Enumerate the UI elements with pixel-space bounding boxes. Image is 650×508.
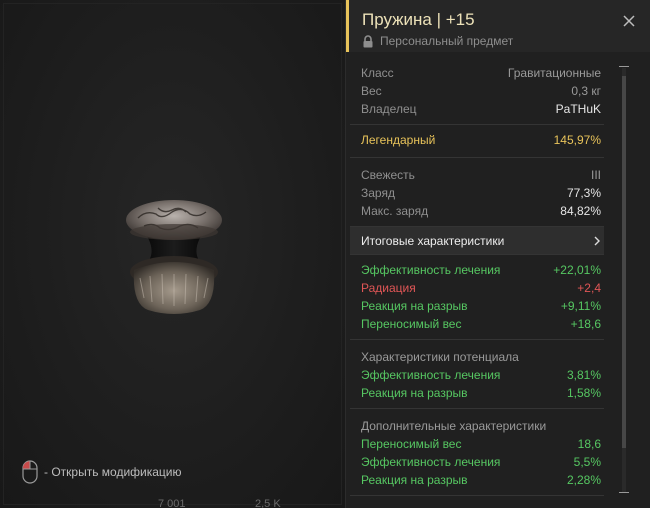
stat-label: Вес [361,84,382,98]
open-modification-hint[interactable]: - Открыть модификацию [22,460,182,484]
totals-label: Итоговые характеристики [361,233,505,248]
item-title: Пружина | +15 [362,10,475,29]
scroll-thumb[interactable] [622,76,626,448]
total-stats-section: Эффективность лечения +22,01% Радиация +… [350,255,604,340]
stat-row: Свежесть III [350,166,604,184]
stat-value: +9,11% [560,299,601,313]
stat-label: Макс. заряд [361,204,429,218]
stat-row: Владелец PaTHuK [350,100,604,118]
lock-icon [363,34,373,47]
potential-title: Характеристики потенциала [361,350,519,364]
stat-label: Реакция на разрыв [361,473,468,487]
tooltip-header: Пружина | +15 Персональный предмет [346,0,650,52]
stats-list[interactable]: Класс Гравитационные Вес 0,3 кг Владелец… [350,60,604,496]
stat-label: Реакция на разрыв [361,299,468,313]
totals-expand-button[interactable]: Итоговые характеристики [350,227,604,255]
stat-row: Макс. заряд 84,82% [350,202,604,220]
stat-row: Класс Гравитационные [350,64,604,82]
stat-label: Эффективность лечения [361,368,501,382]
stat-value: III [590,168,601,182]
stat-label: Класс [361,66,394,80]
stat-row: Реакция на разрыв +9,11% [350,297,604,315]
stat-row: Эффективность лечения 3,81% [350,366,604,384]
rarity-value: 145,97% [553,133,601,147]
stat-label: Заряд [361,186,395,200]
scroll-cap-top [619,66,629,67]
rarity-label: Легендарный [361,133,436,147]
stat-value: 3,81% [566,368,601,382]
close-icon[interactable] [622,14,636,28]
chevron-right-icon [594,236,600,245]
potential-section: Характеристики потенциала Эффективность … [350,340,604,409]
stat-value: Гравитационные [507,66,601,80]
stat-row: Реакция на разрыв 1,58% [350,384,604,402]
scroll-cap-bottom [619,492,629,493]
stat-value: 18,6 [577,437,601,451]
scrollbar[interactable] [617,62,631,498]
additional-title: Дополнительные характеристики [361,419,547,433]
stat-row: Эффективность лечения 5,5% [350,453,604,471]
stat-value: PaTHuK [555,102,601,116]
stat-value: +18,6 [570,317,601,331]
stat-value: 77,3% [566,186,601,200]
stat-row: Вес 0,3 кг [350,82,604,100]
stat-value: 1,58% [566,386,601,400]
stat-row: Переносимый вес +18,6 [350,315,604,333]
info-section: Класс Гравитационные Вес 0,3 кг Владелец… [350,60,604,125]
stat-row: Эффективность лечения +22,01% [350,261,604,279]
stat-label: Переносимый вес [361,317,462,331]
stat-label: Реакция на разрыв [361,386,468,400]
stat-row: Заряд 77,3% [350,184,604,202]
condition-section: Свежесть III Заряд 77,3% Макс. заряд 84,… [350,158,604,227]
stat-value: +22,01% [553,263,601,277]
ownership-line: Персональный предмет [362,34,513,48]
stat-value: 5,5% [573,455,601,469]
ownership-label: Персональный предмет [380,34,514,48]
rarity-row: Легендарный 145,97% [350,131,604,149]
stat-value: 0,3 кг [571,84,601,98]
open-modification-label: - Открыть модификацию [44,465,182,479]
item-viewer[interactable]: - Открыть модификацию 7 001 2,5 K [0,0,346,508]
spring-artifact-model[interactable] [118,192,230,316]
mouse-icon [22,460,38,484]
stat-row: Реакция на разрыв 2,28% [350,471,604,489]
stat-label: Переносимый вес [361,437,462,451]
stat-label: Радиация [361,281,416,295]
item-tooltip-panel: Пружина | +15 Персональный предмет Класс… [346,0,650,508]
stat-row: Радиация +2,4 [350,279,604,297]
stat-label: Владелец [361,102,417,116]
stat-value: 2,28% [566,473,601,487]
background-fragment: 7 001 [158,498,186,508]
stat-value: +2,4 [577,281,601,295]
stat-label: Свежесть [361,168,415,182]
additional-section: Дополнительные характеристики Переносимы… [350,409,604,496]
stat-row: Переносимый вес 18,6 [350,435,604,453]
stat-label: Эффективность лечения [361,263,501,277]
stat-label: Эффективность лечения [361,455,501,469]
background-fragment: 2,5 K [255,498,281,508]
stat-value: 84,82% [560,204,601,218]
rarity-section: Легендарный 145,97% [350,125,604,158]
